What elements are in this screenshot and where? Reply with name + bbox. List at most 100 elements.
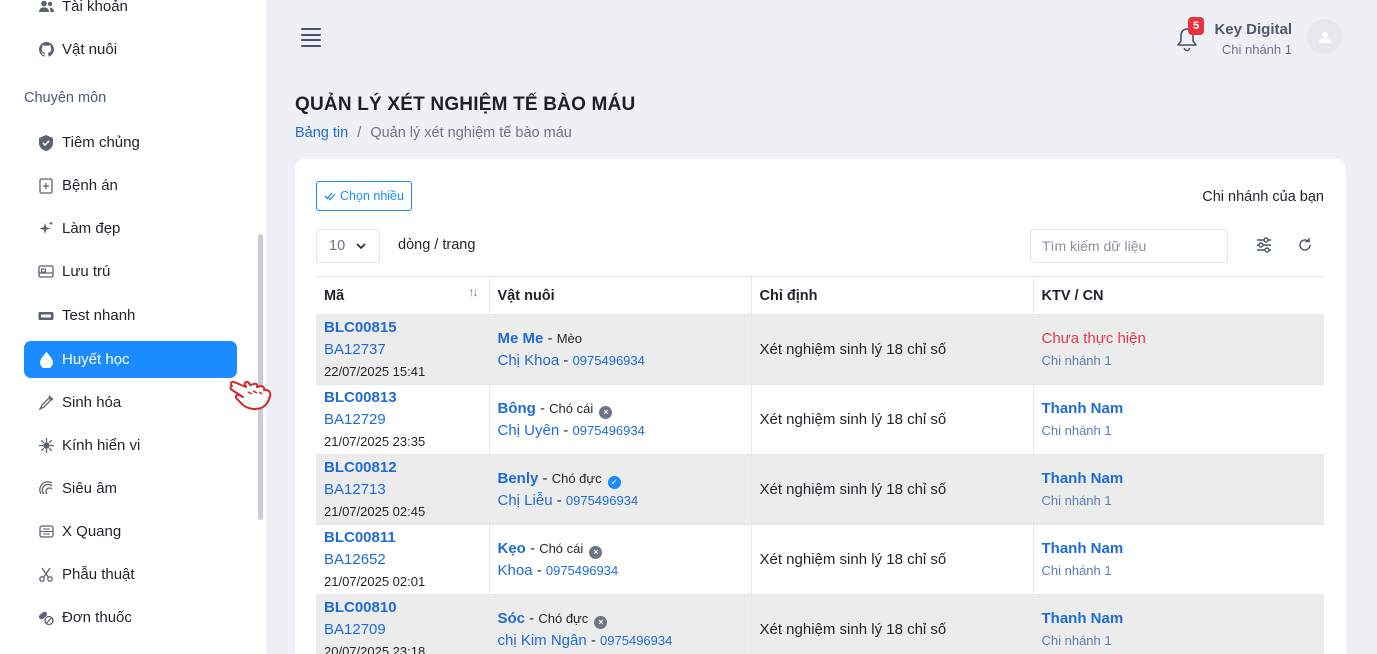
- column-header-code[interactable]: Mã ↑↓: [316, 276, 489, 315]
- breadcrumb-home[interactable]: Bảng tin: [295, 125, 348, 141]
- page-title: QUẢN LÝ XÉT NGHIỆM TẾ BÀO MÁU: [295, 94, 636, 115]
- ultrasound-icon: [38, 481, 54, 497]
- cell-test: Xét nghiệm sinh lý 18 chỉ số: [750, 524, 1033, 595]
- user-name[interactable]: Key Digital: [1214, 21, 1292, 38]
- technician-status[interactable]: Thanh Nam: [1042, 468, 1325, 490]
- separator: -: [543, 329, 557, 347]
- sidebar-item-surgery[interactable]: Phẫu thuật: [24, 556, 237, 593]
- separator: -: [552, 491, 566, 509]
- record-code-link[interactable]: BLC00811: [324, 527, 489, 549]
- pipette-icon: [38, 395, 54, 411]
- table-row[interactable]: BLC00811 BA12652 21/07/2025 02:01 Kẹo - Chó…: [316, 524, 1325, 595]
- record-date: 21/07/2025 02:45: [324, 503, 426, 519]
- test-name: Xét nghiệm sinh lý 18 chỉ số: [759, 341, 947, 358]
- sidebar-item-pets[interactable]: Vật nuôi: [24, 31, 237, 68]
- owner-phone[interactable]: 0975496934: [566, 493, 638, 508]
- users-icon: [38, 0, 54, 15]
- cell-test: Xét nghiệm sinh lý 18 chỉ số: [750, 314, 1033, 385]
- owner-name-link[interactable]: Chị Uyên: [498, 422, 560, 439]
- sidebar-item-label: Test nhanh: [62, 307, 136, 324]
- sidebar-item-vaccination[interactable]: Tiêm chủng: [24, 124, 237, 161]
- test-name: Xét nghiệm sinh lý 18 chỉ số: [759, 621, 947, 638]
- user-branch: Chi nhánh 1: [1221, 42, 1292, 57]
- technician-status[interactable]: Thanh Nam: [1042, 608, 1325, 630]
- verified-icon: ✓: [607, 475, 621, 489]
- multi-select-button[interactable]: Chọn nhiều: [316, 181, 412, 211]
- record-date: 20/07/2025 23:18: [324, 643, 426, 654]
- sidebar-section-label: Chuyên môn: [24, 90, 107, 106]
- owner-name-link[interactable]: Chị Liễu: [498, 492, 553, 509]
- table-row[interactable]: BLC00812 BA12713 21/07/2025 02:45 Benly - C…: [316, 454, 1325, 525]
- sidebar-item-biochemistry[interactable]: Sinh hóa: [24, 384, 237, 421]
- sidebar-item-prescription[interactable]: Đơn thuốc: [24, 599, 237, 636]
- sidebar-item-microscope[interactable]: Kính hiển vi: [24, 427, 237, 464]
- record-code-link[interactable]: BLC00813: [324, 387, 489, 409]
- case-ref-link[interactable]: BA12713: [324, 479, 489, 501]
- cell-technician: Thanh Nam Chi nhánh 1: [1032, 454, 1325, 525]
- pet-name-link[interactable]: Me Me: [498, 330, 544, 347]
- technician-status[interactable]: Thanh Nam: [1042, 398, 1325, 420]
- owner-phone[interactable]: 0975496934: [573, 353, 645, 368]
- column-header-label: Mã: [324, 287, 345, 304]
- record-code-link[interactable]: BLC00810: [324, 597, 489, 619]
- case-ref-link[interactable]: BA12652: [324, 549, 489, 571]
- blood-test-table: Mã ↑↓ Vật nuôi Chỉ định KTV / CN BLC00815…: [316, 276, 1324, 654]
- filter-settings-icon[interactable]: [1255, 236, 1273, 254]
- table-row[interactable]: BLC00815 BA12737 22/07/2025 15:41 Me Me - M…: [316, 314, 1324, 385]
- scissors-icon: [38, 567, 54, 583]
- breadcrumb: Bảng tin / Quản lý xét nghiệm tế bào máu: [295, 125, 572, 141]
- page-size-select[interactable]: 10: [316, 229, 380, 263]
- pet-name-link[interactable]: Sóc: [498, 610, 526, 627]
- test-name: Xét nghiệm sinh lý 18 chỉ số: [759, 551, 947, 568]
- branch-filter[interactable]: Chi nhánh của bạn: [1202, 189, 1324, 205]
- case-ref-link[interactable]: BA12729: [324, 409, 489, 431]
- test-name: Xét nghiệm sinh lý 18 chỉ số: [759, 481, 947, 498]
- status-x-icon: ×: [599, 405, 613, 419]
- pet-name-link[interactable]: Kẹo: [498, 540, 526, 557]
- pet-species: Chó đực: [551, 470, 602, 486]
- sidebar-item-medical-records[interactable]: Bệnh án: [24, 167, 237, 204]
- status-x-icon: ×: [589, 545, 603, 559]
- record-date: 22/07/2025 15:41: [324, 363, 426, 379]
- owner-name-link[interactable]: Khoa: [498, 562, 533, 579]
- cell-test: Xét nghiệm sinh lý 18 chỉ số: [750, 384, 1033, 455]
- sparkle-icon: [38, 221, 54, 237]
- record-code-link[interactable]: BLC00812: [324, 457, 489, 479]
- owner-name-link[interactable]: chị Kim Ngân: [498, 632, 587, 649]
- owner-phone[interactable]: 0975496934: [600, 633, 672, 648]
- cell-technician: Thanh Nam Chi nhánh 1: [1032, 594, 1325, 654]
- search-input[interactable]: [1030, 229, 1228, 263]
- owner-name-link[interactable]: Chị Khoa: [498, 352, 560, 369]
- refresh-icon[interactable]: [1296, 236, 1314, 254]
- sidebar-item-ultrasound[interactable]: Siêu âm: [24, 470, 237, 507]
- owner-phone[interactable]: 0975496934: [546, 563, 618, 578]
- record-date: 21/07/2025 02:01: [324, 573, 426, 589]
- separator: -: [525, 539, 540, 557]
- record-code-link[interactable]: BLC00815: [324, 317, 489, 339]
- sidebar-item-label: Tiêm chủng: [62, 134, 140, 151]
- sidebar-item-grooming[interactable]: Làm đẹp: [24, 210, 237, 247]
- separator: -: [532, 561, 546, 579]
- owner-phone[interactable]: 0975496934: [573, 423, 645, 438]
- pet-name-link[interactable]: Benly: [498, 470, 539, 487]
- case-ref-link[interactable]: BA12709: [324, 619, 489, 641]
- table-row[interactable]: BLC00813 BA12729 21/07/2025 23:35 Bông - Ch…: [316, 384, 1325, 455]
- cell-code: BLC00812 BA12713 21/07/2025 02:45: [316, 454, 489, 525]
- pet-name-link[interactable]: Bông: [498, 400, 536, 417]
- sidebar-item-quick-test[interactable]: Test nhanh: [24, 297, 237, 334]
- sidebar-item-xray[interactable]: X Quang: [24, 513, 237, 550]
- test-kit-icon: [38, 308, 54, 324]
- sidebar-item-boarding[interactable]: Lưu trú: [24, 253, 237, 290]
- table-row[interactable]: BLC00810 BA12709 20/07/2025 23:18 Sóc - Chó…: [316, 594, 1325, 654]
- xray-icon: [38, 524, 54, 540]
- content-card: Chọn nhiều Chi nhánh của bạn 10 dòng / t…: [295, 159, 1346, 654]
- technician-status[interactable]: Thanh Nam: [1042, 538, 1325, 560]
- case-ref-link[interactable]: BA12737: [324, 339, 489, 361]
- sort-icon[interactable]: ↑↓: [469, 285, 479, 299]
- avatar[interactable]: [1307, 19, 1342, 54]
- menu-toggle-icon[interactable]: [301, 28, 321, 47]
- separator: -: [535, 399, 550, 417]
- github-icon: [38, 42, 54, 58]
- sidebar-item-accounts[interactable]: Tài khoản: [24, 0, 237, 25]
- sidebar-item-hematology[interactable]: Huyết học: [24, 341, 237, 378]
